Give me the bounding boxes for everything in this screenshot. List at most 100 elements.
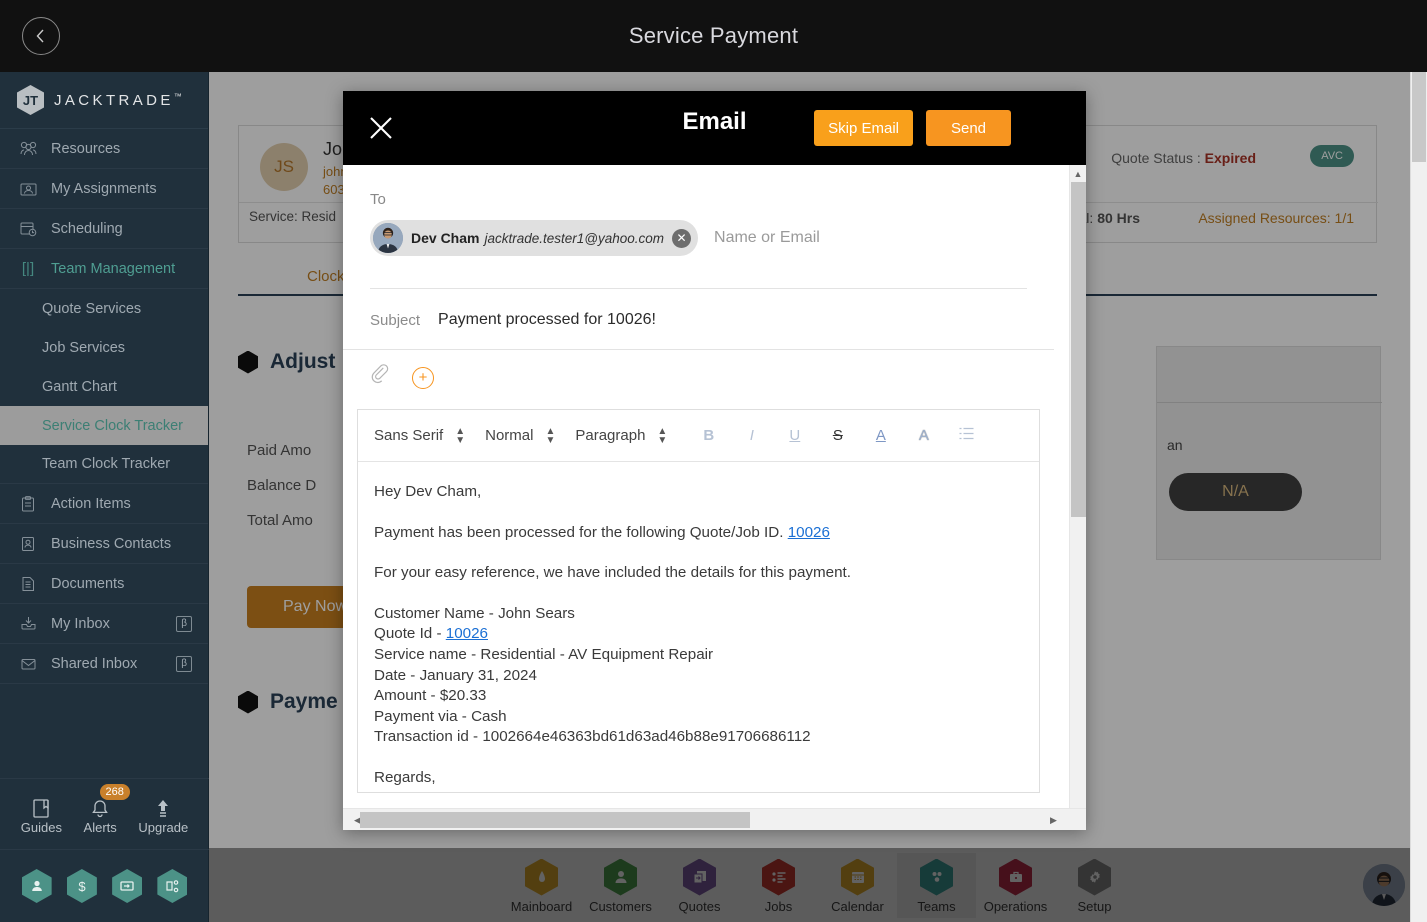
quote-job-id-link[interactable]: 10026 xyxy=(788,524,830,541)
dollar-icon[interactable]: $ xyxy=(66,869,97,903)
payment-title-text: Payme xyxy=(270,690,338,713)
send-button[interactable]: Send xyxy=(926,110,1011,146)
bottom-nav-teams[interactable]: Teams xyxy=(897,852,976,918)
editor-toolbar: Sans Serif ▲ ▼ Normal ▲ ▼ Paragraph ▲ ▼ B I… xyxy=(358,410,1039,462)
email-detail-line: Customer Name - John Sears xyxy=(374,604,1023,625)
subject-row[interactable]: Subject Payment processed for 10026! xyxy=(343,289,1054,350)
scroll-right-icon[interactable]: ▶ xyxy=(1045,809,1062,831)
text-color-button[interactable]: A xyxy=(859,427,902,444)
person-icon[interactable] xyxy=(21,869,52,903)
right-summary-panel: an N/A xyxy=(1156,346,1382,560)
sidebar-item-scheduling[interactable]: Scheduling xyxy=(0,209,208,249)
page-scrollbar-thumb[interactable] xyxy=(1412,72,1426,162)
brand-logo[interactable]: JT JACKTRADE™ xyxy=(0,72,208,129)
block-format-select[interactable]: Paragraph ▲ ▼ xyxy=(575,425,668,446)
bottom-nav-label: Teams xyxy=(917,898,956,914)
horizontal-scrollbar-thumb[interactable] xyxy=(360,812,750,828)
gear-icon xyxy=(1078,858,1111,896)
sidebar-item-action-items[interactable]: Action Items xyxy=(0,484,208,524)
email-detail-line: Quote Id - 10026 xyxy=(374,624,1023,645)
service-line: Service: Resid xyxy=(249,209,337,224)
sidebar-item-shared-inbox[interactable]: Shared Inbox β xyxy=(0,644,208,684)
assigned-label: Assigned Resources: xyxy=(1198,210,1331,226)
detail-label: Quote Id - xyxy=(374,625,446,643)
detail-value: January 31, 2024 xyxy=(419,666,537,684)
italic-button[interactable]: I xyxy=(730,427,773,444)
email-body-vertical-scrollbar[interactable]: ▲ ▼ xyxy=(1069,165,1086,808)
detail-value: $20.33 xyxy=(439,687,487,705)
user-avatar[interactable] xyxy=(1363,864,1405,906)
na-button[interactable]: N/A xyxy=(1169,473,1302,511)
sidebar-item-job-services[interactable]: Job Services xyxy=(0,328,208,367)
sidebar-item-gantt-chart[interactable]: Gantt Chart xyxy=(0,367,208,406)
chevron-updown-icon: ▲ ▼ xyxy=(657,425,668,446)
bottom-nav-mainboard[interactable]: Mainboard xyxy=(502,853,581,918)
email-body-horizontal-scrollbar[interactable]: ◀ ▶ xyxy=(343,808,1086,830)
subject-input[interactable]: Payment processed for 10026! xyxy=(438,311,656,329)
jobs-icon xyxy=(762,858,795,896)
sidebar-item-team-management[interactable]: [|] Team Management xyxy=(0,249,208,289)
highlight-color-button[interactable]: A xyxy=(902,427,945,444)
bold-button[interactable]: B xyxy=(687,427,730,444)
bottom-nav-quotes[interactable]: Quotes xyxy=(660,853,739,918)
bottom-nav-operations[interactable]: Operations xyxy=(976,853,1055,918)
guides-button[interactable]: Guides xyxy=(21,794,62,835)
bottom-nav-setup[interactable]: Setup xyxy=(1055,853,1134,918)
brand-tm: ™ xyxy=(173,91,182,101)
remove-chip-icon[interactable]: ✕ xyxy=(672,228,692,248)
detail-value: Residential - AV Equipment Repair xyxy=(480,645,714,663)
list-button[interactable] xyxy=(945,427,988,444)
detail-value: Cash xyxy=(471,707,507,725)
sidebar-item-my-assignments[interactable]: My Assignments xyxy=(0,169,208,209)
email-reference-line: For your easy reference, we have include… xyxy=(374,564,851,582)
sidebar-item-business-contacts[interactable]: Business Contacts xyxy=(0,524,208,564)
attachment-row: + xyxy=(343,350,1054,401)
bottom-nav-label: Jobs xyxy=(764,898,793,914)
sidebar-item-label: Shared Inbox xyxy=(51,655,138,672)
payment-section-title: Payme xyxy=(238,690,338,714)
sidebar-item-my-inbox[interactable]: My Inbox β xyxy=(0,604,208,644)
email-body-editor[interactable]: Hey Dev Cham, Payment has been processed… xyxy=(358,462,1039,792)
tab-clock[interactable]: Clock xyxy=(307,268,345,285)
sidebar-item-documents[interactable]: Documents xyxy=(0,564,208,604)
sidebar-item-service-clock-tracker[interactable]: Service Clock Tracker xyxy=(0,406,208,445)
email-detail-line: Transaction id - 1002664e46363bd61d63ad4… xyxy=(374,727,1023,748)
recipients-row[interactable]: Dev Cham jacktrade.tester1@yahoo.com ✕ N… xyxy=(370,220,1027,256)
customer-phone[interactable]: 603 xyxy=(323,182,345,197)
paperclip-icon[interactable] xyxy=(370,364,392,391)
sidebar-item-label: Service Clock Tracker xyxy=(42,417,184,434)
sidebar-item-resources[interactable]: Resources xyxy=(0,129,208,169)
recipient-avatar xyxy=(373,223,403,253)
operations-icon xyxy=(999,858,1032,896)
strikethrough-button[interactable]: S xyxy=(816,427,859,444)
font-size-select[interactable]: Normal ▲ ▼ xyxy=(485,426,555,445)
up-arrow-icon xyxy=(138,794,188,820)
hex-bullet-icon xyxy=(238,690,258,714)
mainboard-icon xyxy=(525,858,558,896)
sidebar-item-quote-services[interactable]: Quote Services xyxy=(0,289,208,328)
recipient-input-placeholder[interactable]: Name or Email xyxy=(714,229,820,247)
email-detail-line: Amount - $20.33 xyxy=(374,686,1023,707)
resources-icon xyxy=(17,141,39,156)
workflow-icon[interactable] xyxy=(157,869,188,903)
bottom-nav-jobs[interactable]: Jobs xyxy=(739,853,818,918)
page-scrollbar[interactable] xyxy=(1410,72,1427,922)
money-transfer-icon[interactable] xyxy=(112,869,143,903)
bottom-nav-calendar[interactable]: Calendar xyxy=(818,853,897,918)
detail-label: Amount - xyxy=(374,687,440,705)
bottom-nav-customers[interactable]: Customers xyxy=(581,853,660,918)
plus-circle-icon[interactable]: + xyxy=(412,366,434,389)
scroll-up-icon[interactable]: ▲ xyxy=(1070,165,1086,182)
recipient-chip[interactable]: Dev Cham jacktrade.tester1@yahoo.com ✕ xyxy=(370,220,699,256)
alerts-button[interactable]: 268 Alerts xyxy=(84,783,130,835)
font-family-select[interactable]: Sans Serif ▲ ▼ xyxy=(374,426,465,445)
quote-id-link[interactable]: 10026 xyxy=(446,625,488,642)
skip-email-button[interactable]: Skip Email xyxy=(814,110,913,146)
underline-button[interactable]: U xyxy=(773,427,816,444)
upgrade-button[interactable]: Upgrade xyxy=(138,794,188,835)
sidebar-item-team-clock-tracker[interactable]: Team Clock Tracker xyxy=(0,445,208,484)
vertical-scrollbar-thumb[interactable] xyxy=(1071,182,1086,517)
font-family-value: Sans Serif xyxy=(374,427,444,444)
email-form: To Dev Cham jacktrade.tester1@yahoo.com … xyxy=(343,165,1054,808)
calendar-icon xyxy=(841,858,874,896)
